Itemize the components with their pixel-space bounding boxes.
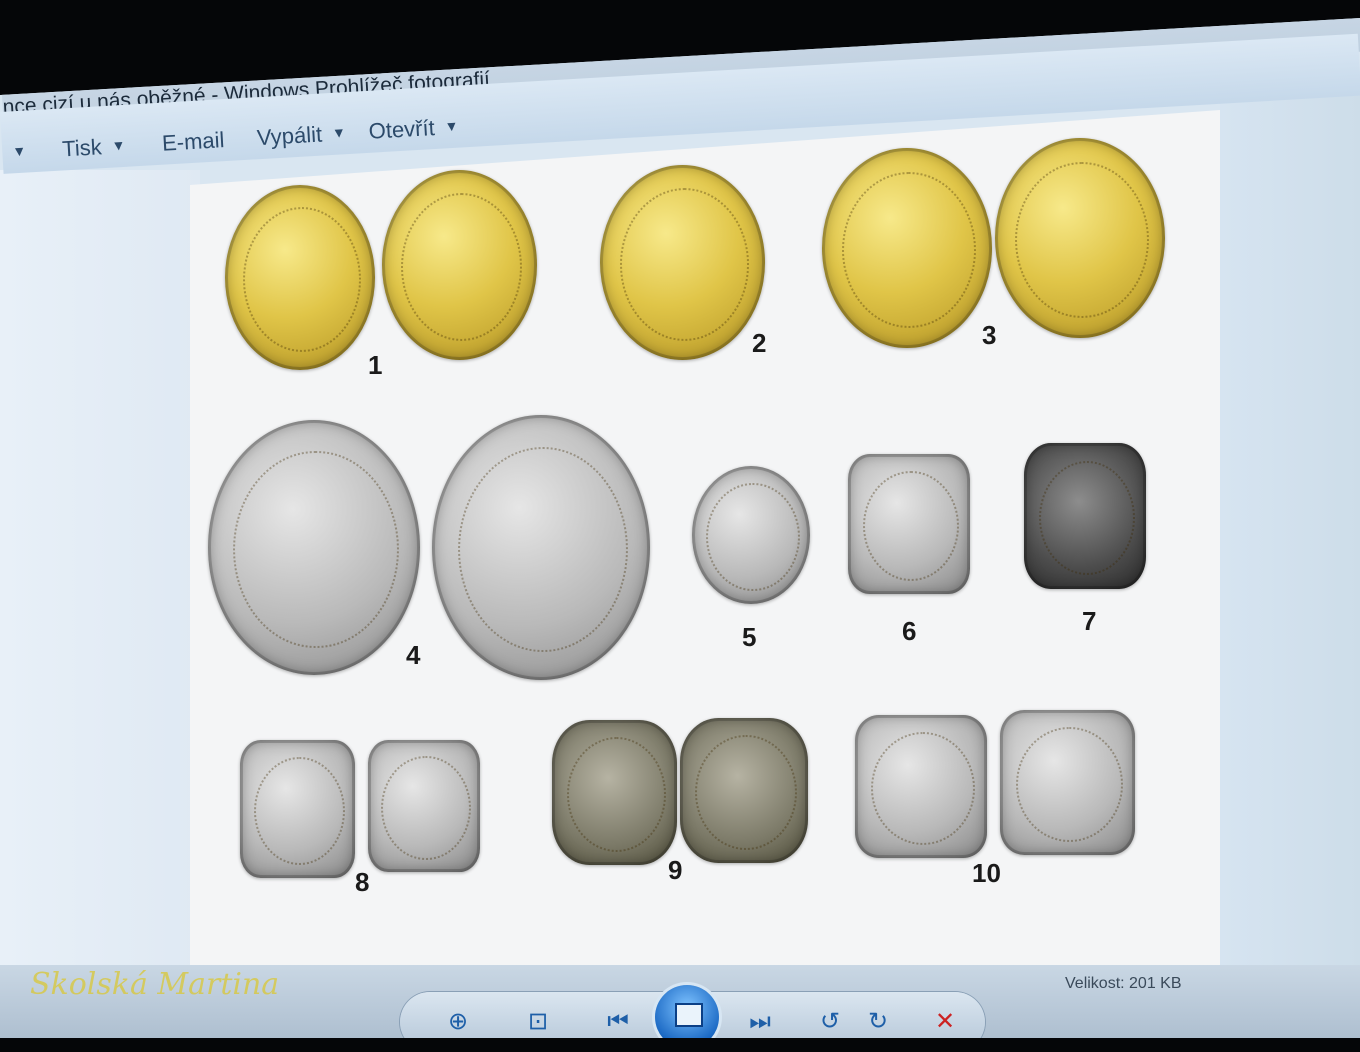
chevron-down-icon: ▼ xyxy=(331,124,347,141)
coin-1-obverse xyxy=(225,185,375,370)
coin-label-1: 1 xyxy=(368,350,383,380)
coin-2 xyxy=(600,165,765,360)
next-icon[interactable]: ⏭ xyxy=(740,1005,780,1038)
coin-label-3: 3 xyxy=(982,320,997,350)
chevron-down-icon: ▼ xyxy=(11,142,27,160)
coin-3-obverse xyxy=(822,148,992,348)
slideshow-icon xyxy=(675,1003,703,1027)
coin-4-reverse xyxy=(432,415,650,680)
coin-label-5: 5 xyxy=(742,622,757,652)
coin-label-9: 9 xyxy=(668,855,683,885)
photo-viewer-image: 1 2 3 4 5 6 7 8 9 10 xyxy=(190,110,1220,965)
rotate-left-icon[interactable]: ↺ xyxy=(810,1005,850,1038)
menu-item-open-label: Otevřít xyxy=(368,115,436,144)
coin-9-obverse xyxy=(552,720,677,865)
coin-10-obverse xyxy=(855,715,987,858)
menu-item-open[interactable]: Otevřít ▼ xyxy=(368,114,459,145)
menu-item-burn-label: Vypálit xyxy=(256,121,323,151)
photographer-watermark: Skolská Martina xyxy=(30,967,280,1002)
monitor-screen: nce cizí u nás oběžné - Windows Prohlíže… xyxy=(0,18,1360,1038)
chevron-down-icon: ▼ xyxy=(444,117,459,135)
coin-10-reverse xyxy=(1000,710,1135,855)
menu-item-email[interactable]: E-mail xyxy=(161,127,225,157)
coin-1-reverse xyxy=(382,170,537,360)
file-size-status: Velikost: 201 KB xyxy=(1065,975,1182,992)
coin-label-2: 2 xyxy=(752,328,767,358)
right-margin-pane xyxy=(1220,80,1360,980)
coin-4-obverse xyxy=(208,420,420,675)
coin-3-reverse xyxy=(995,138,1165,338)
coin-label-8: 8 xyxy=(355,867,370,897)
coin-label-4: 4 xyxy=(406,640,421,670)
coin-8-obverse xyxy=(240,740,355,878)
coin-9-reverse xyxy=(680,718,808,863)
coin-5 xyxy=(692,466,810,604)
rotate-right-icon[interactable]: ↻ xyxy=(858,1005,898,1038)
chevron-down-icon: ▼ xyxy=(111,136,126,154)
coin-7 xyxy=(1024,443,1146,589)
menu-item-email-label: E-mail xyxy=(161,127,226,156)
previous-icon[interactable]: ⏮ xyxy=(598,1005,638,1038)
zoom-icon[interactable]: ⊕ xyxy=(438,1005,478,1038)
coin-label-10: 10 xyxy=(972,858,1001,888)
menu-item-first-dropdown[interactable]: ▼ xyxy=(2,139,27,166)
actual-size-icon[interactable]: ⊡ xyxy=(518,1005,558,1038)
coin-6 xyxy=(848,454,970,594)
coin-label-7: 7 xyxy=(1082,606,1097,636)
coin-8-reverse xyxy=(368,740,480,872)
coin-label-6: 6 xyxy=(902,616,917,646)
menu-item-print-label: Tisk xyxy=(61,134,103,162)
menu-item-print[interactable]: Tisk ▼ xyxy=(62,133,127,163)
slideshow-button[interactable] xyxy=(655,985,719,1038)
delete-icon[interactable]: ✕ xyxy=(925,1005,965,1038)
left-margin-pane xyxy=(0,170,200,990)
menu-item-burn[interactable]: Vypálit ▼ xyxy=(256,120,346,151)
